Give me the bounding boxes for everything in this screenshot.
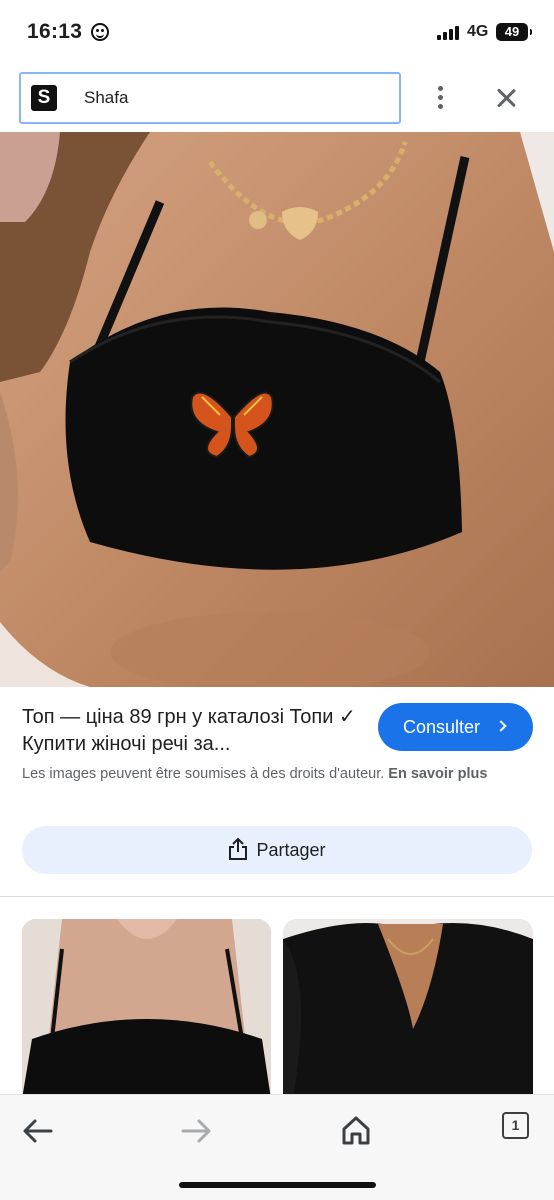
consult-button-label: Consulter <box>403 717 481 737</box>
status-time: 16:13 <box>27 20 83 43</box>
share-button[interactable]: Partager <box>22 826 532 874</box>
main-product-image[interactable] <box>0 132 554 687</box>
share-label: Partager <box>256 840 326 860</box>
more-vert-icon[interactable] <box>426 82 456 114</box>
status-bar: 16:13 4G 49 <box>0 0 554 64</box>
result-title[interactable]: Топ — ціна 89 грн у каталозі Топи ✓ Купи… <box>22 704 357 758</box>
forward-arrow-icon[interactable] <box>175 1109 219 1153</box>
related-image-1[interactable] <box>22 919 271 1099</box>
divider <box>0 896 554 897</box>
learn-more-link[interactable]: En savoir plus <box>388 766 487 782</box>
related-image-2[interactable] <box>283 919 533 1099</box>
top-bar: S Shafa <box>0 64 554 132</box>
network-type: 4G <box>467 23 489 40</box>
chevron-right-icon <box>495 720 507 732</box>
copyright-text: Les images peuvent être soumises à des d… <box>22 766 385 782</box>
tabs-icon[interactable]: 1 <box>502 1112 529 1139</box>
site-name: Shafa <box>84 88 129 107</box>
site-field[interactable]: S Shafa <box>19 72 401 124</box>
back-arrow-icon[interactable] <box>15 1109 59 1153</box>
home-indicator <box>179 1182 376 1188</box>
consult-button[interactable]: Consulter <box>378 703 533 751</box>
site-logo: S <box>31 85 57 111</box>
battery-icon: 49 <box>496 23 532 41</box>
home-icon[interactable] <box>334 1109 378 1153</box>
copyright-notice: Les images peuvent être soumises à des d… <box>22 763 517 785</box>
signal-icon <box>437 26 461 40</box>
close-icon[interactable] <box>490 83 522 115</box>
share-icon <box>229 837 248 861</box>
smiley-icon <box>91 23 109 41</box>
